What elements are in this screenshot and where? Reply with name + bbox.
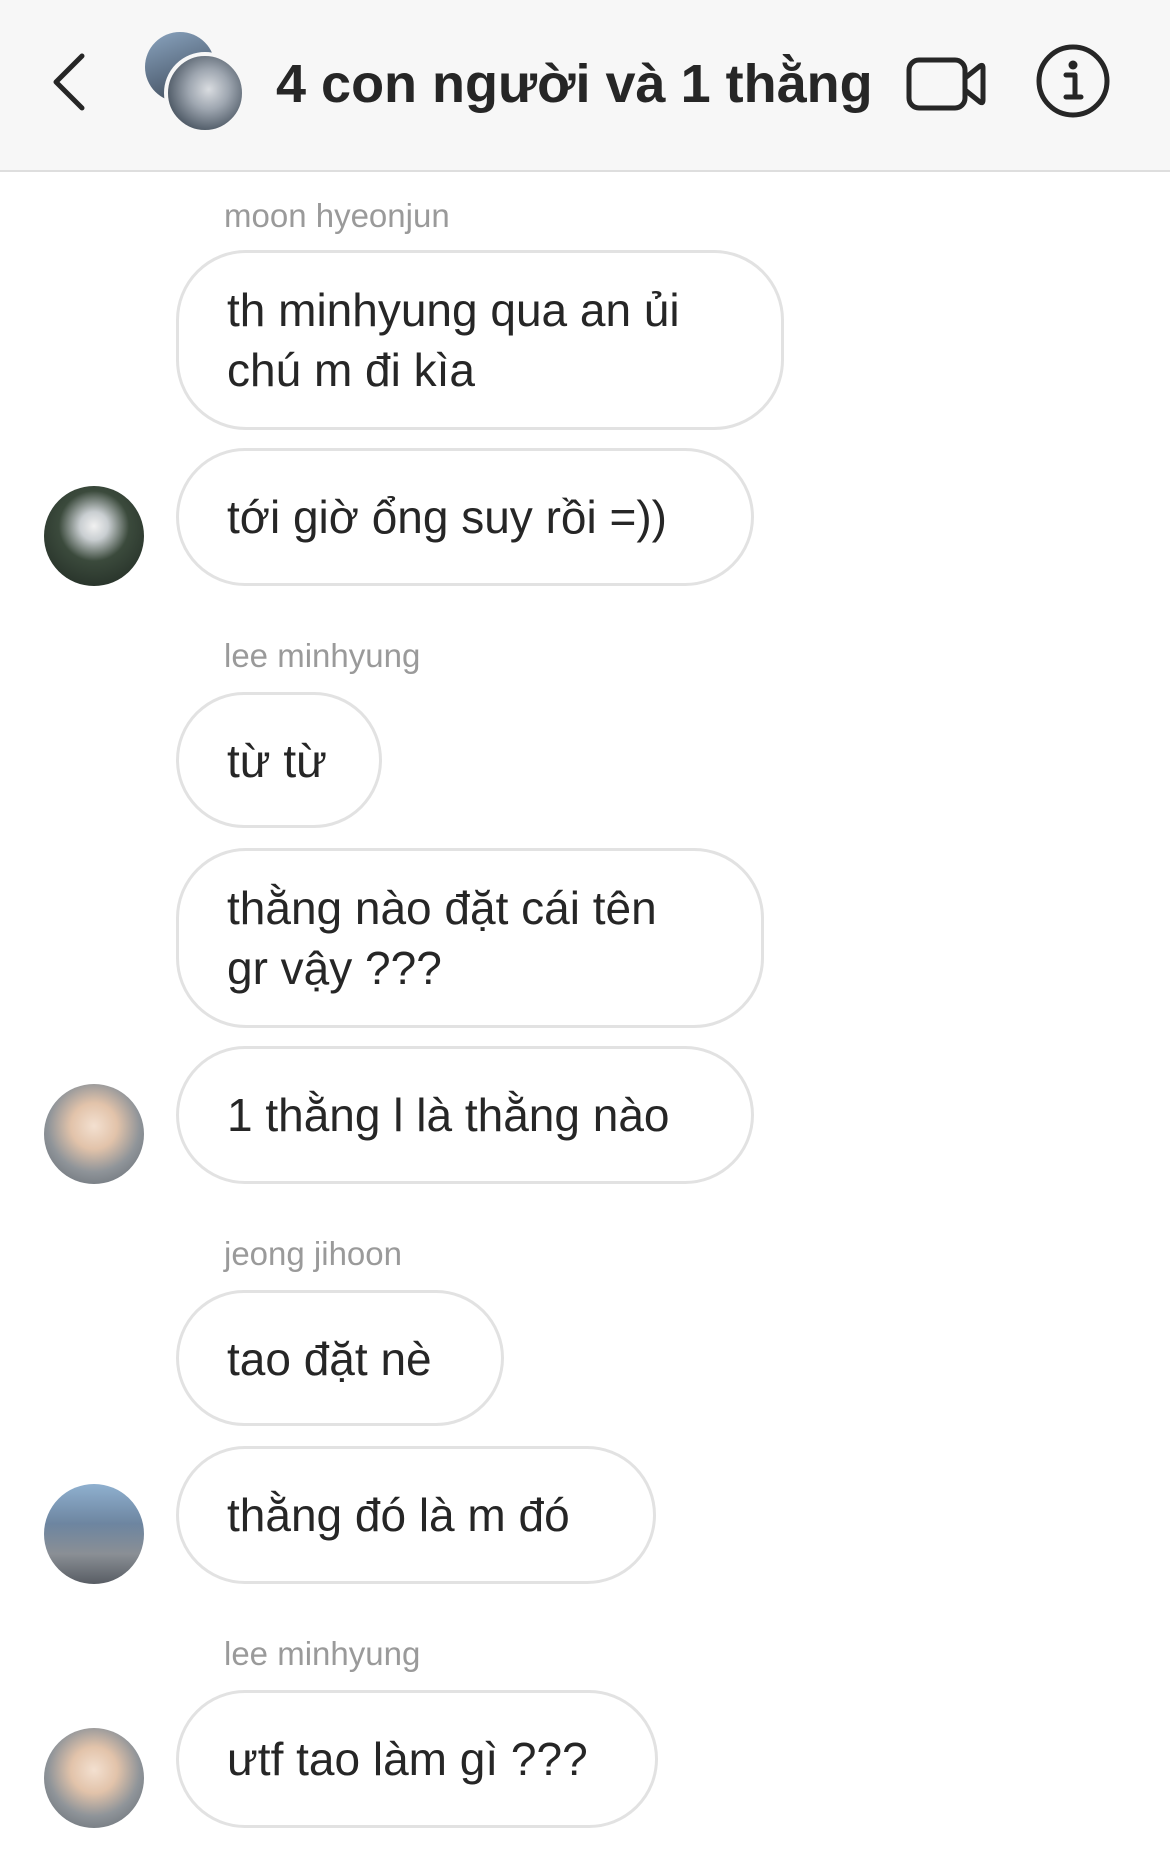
message-bubble[interactable]: từ từ — [176, 692, 382, 828]
message-text: thằng đó là m đó — [227, 1489, 570, 1541]
message-bubble[interactable]: ưtf tao làm gì ??? — [176, 1690, 658, 1828]
group-avatar-front-photo — [164, 52, 246, 134]
avatar[interactable] — [44, 1728, 144, 1828]
message-text: tao đặt nè — [227, 1333, 432, 1385]
video-camera-icon — [906, 57, 986, 111]
sender-name: lee minhyung — [224, 637, 421, 674]
sender-name: jeong jihoon — [224, 1235, 402, 1272]
video-call-button[interactable] — [906, 50, 986, 118]
sender-name: lee minhyung — [224, 1635, 421, 1672]
group-title[interactable]: 4 con người và 1 thằng l — [276, 46, 886, 122]
message-bubble[interactable]: 1 thằng l là thằng nào — [176, 1046, 754, 1184]
avatar[interactable] — [44, 1084, 144, 1184]
message-text-line: th minhyung qua an ủi — [227, 284, 680, 336]
message-text: tới giờ ổng suy rồi =)) — [227, 491, 667, 543]
back-button[interactable] — [44, 46, 92, 118]
info-button[interactable] — [1034, 42, 1112, 120]
message-text-line: thằng nào đặt cái tên — [227, 882, 657, 934]
avatar[interactable] — [44, 486, 144, 586]
info-icon — [1036, 44, 1110, 118]
message-bubble[interactable]: thằng đó là m đó — [176, 1446, 656, 1584]
avatar[interactable] — [44, 1484, 144, 1584]
group-avatar[interactable] — [140, 30, 250, 140]
message-text: từ từ — [227, 735, 327, 787]
sender-name: moon hyeonjun — [224, 197, 450, 234]
message-bubble[interactable]: thằng nào đặt cái tên gr vậy ??? — [176, 848, 764, 1028]
chat-header: 4 con người và 1 thằng l — [0, 0, 1170, 172]
chevron-left-icon — [53, 53, 85, 111]
message-bubble[interactable]: th minhyung qua an ủi chú m đi kìa — [176, 250, 784, 430]
message-text-line: chú m đi kìa — [227, 344, 475, 396]
message-text: 1 thằng l là thằng nào — [227, 1089, 670, 1141]
message-bubble[interactable]: tao đặt nè — [176, 1290, 504, 1426]
message-bubble[interactable]: tới giờ ổng suy rồi =)) — [176, 448, 754, 586]
message-text: ưtf tao làm gì ??? — [227, 1733, 588, 1785]
message-text-line: gr vậy ??? — [227, 942, 442, 994]
